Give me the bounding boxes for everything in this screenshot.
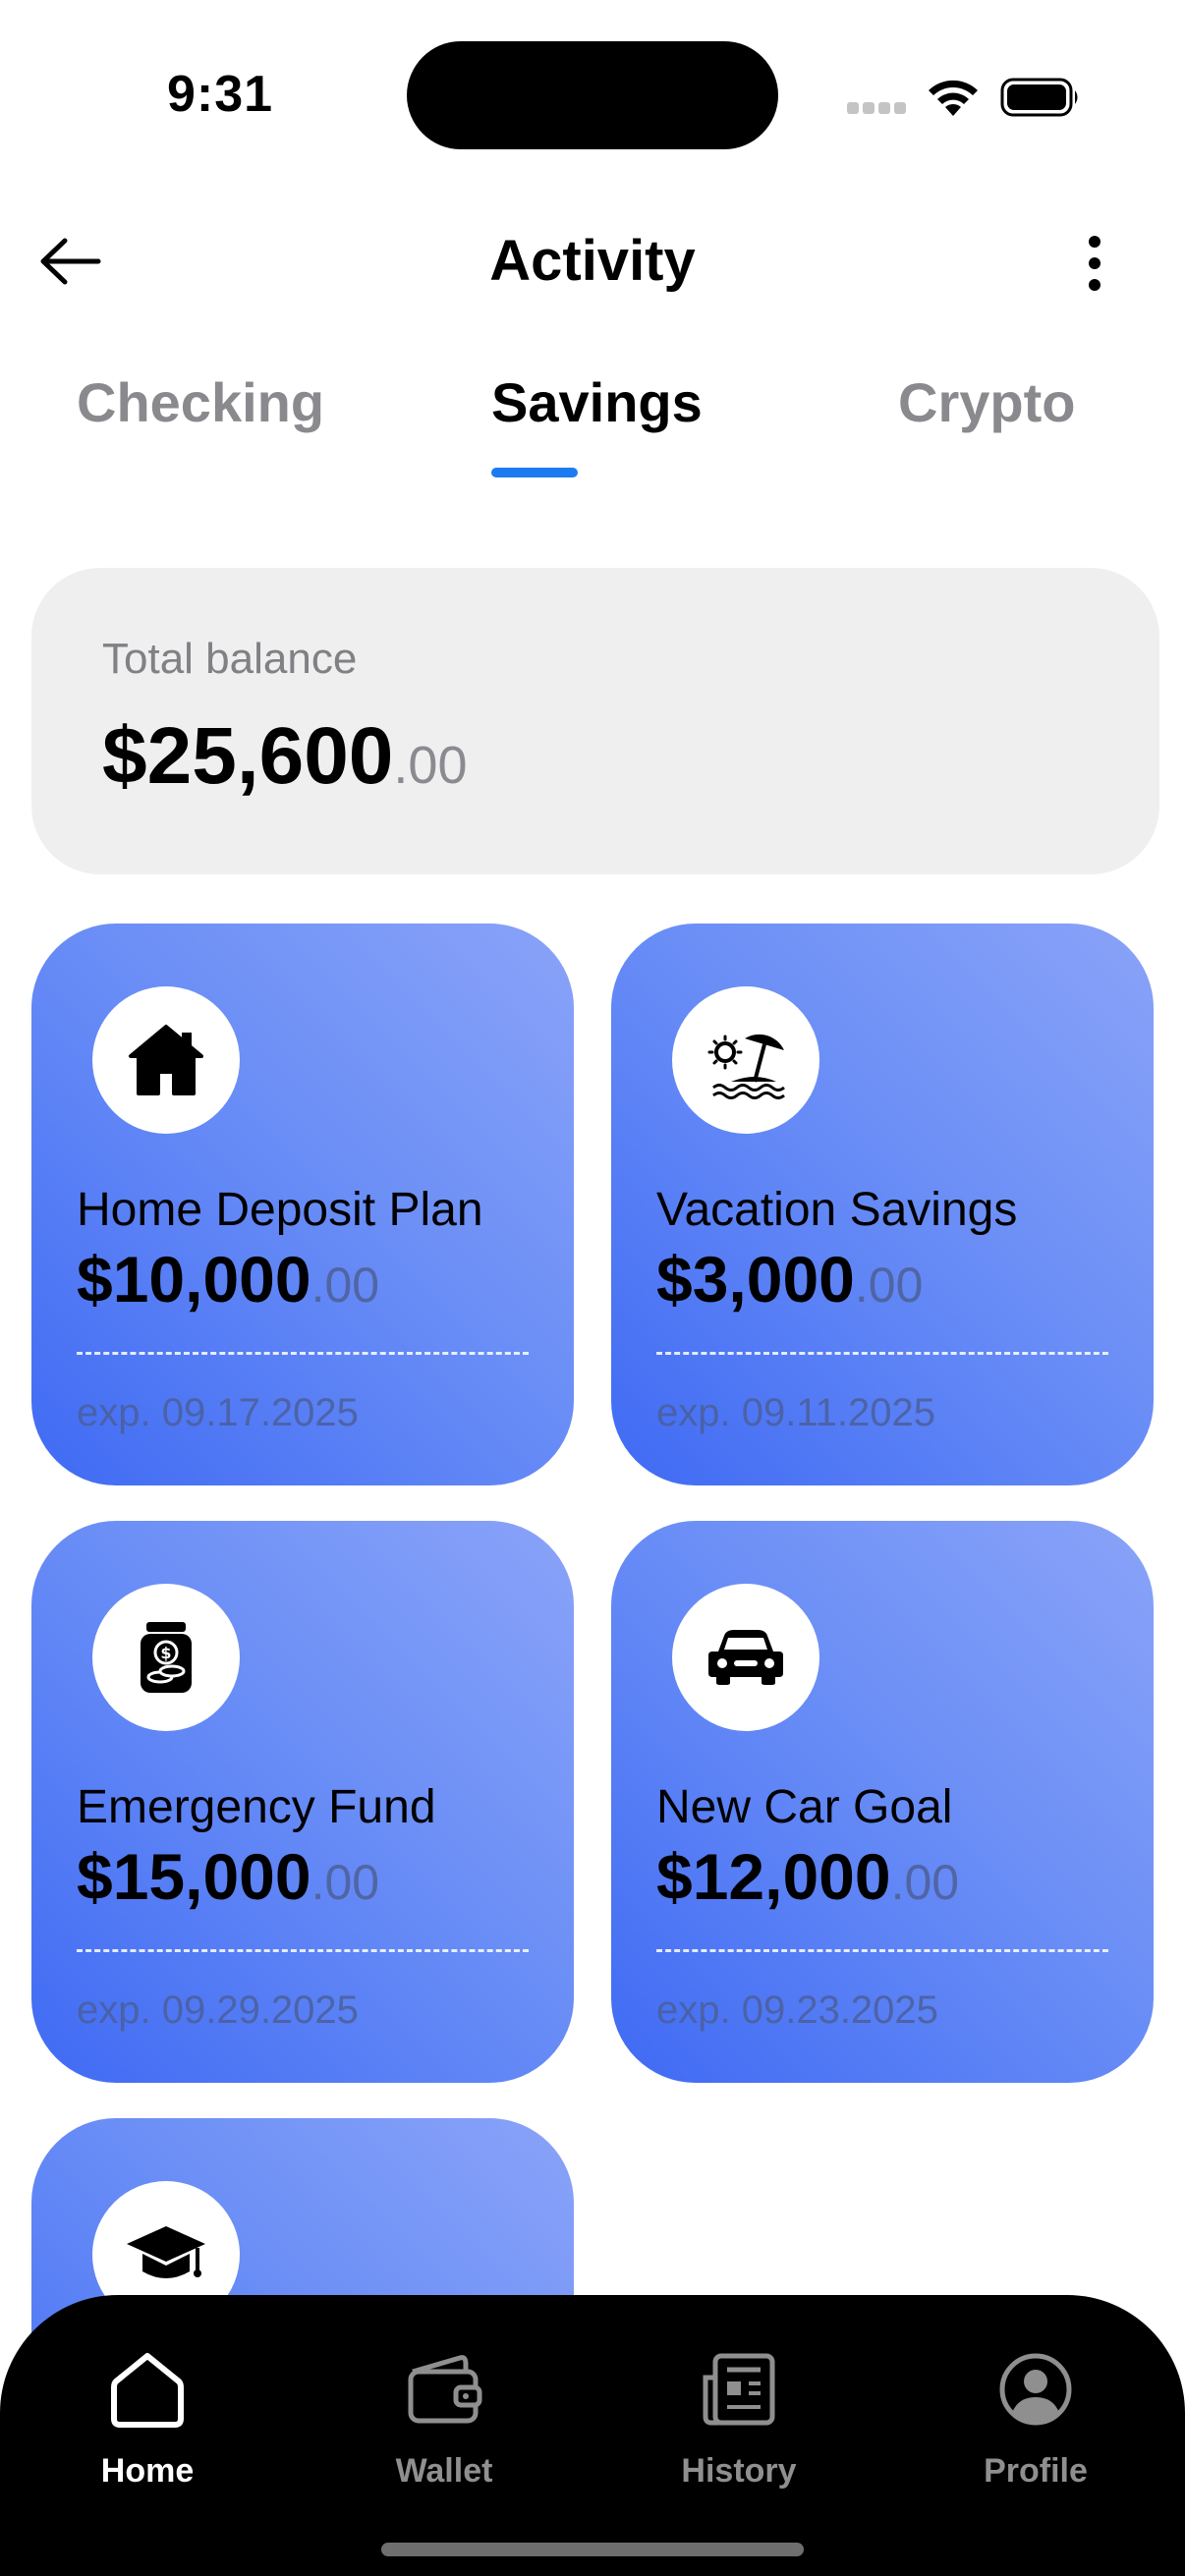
more-button[interactable] — [1059, 222, 1130, 305]
cellular-signal-icon — [847, 102, 908, 116]
card-divider — [656, 1352, 1108, 1355]
card-icon-badge: $ — [92, 1584, 240, 1731]
card-divider — [656, 1949, 1108, 1952]
wifi-icon — [929, 80, 978, 116]
dynamic-island — [407, 41, 778, 149]
card-expiry: exp. 09.29.2025 — [77, 1988, 359, 2032]
card-divider — [77, 1352, 529, 1355]
card-title: New Car Goal — [656, 1781, 953, 1833]
savings-card-new-car[interactable]: New Car Goal $12,000.00 exp. 09.23.2025 — [611, 1521, 1154, 2083]
nav-profile-label: Profile — [984, 2452, 1088, 2490]
car-icon — [708, 1630, 783, 1685]
card-expiry: exp. 09.17.2025 — [77, 1391, 359, 1434]
page-title: Activity — [489, 229, 696, 293]
nav-wallet-label: Wallet — [395, 2452, 493, 2490]
card-icon-badge — [672, 986, 819, 1134]
beach-umbrella-icon — [707, 1034, 785, 1099]
card-expiry: exp. 09.23.2025 — [656, 1988, 938, 2032]
house-icon — [129, 1025, 203, 1095]
battery-icon — [1000, 78, 1078, 117]
card-icon-badge — [92, 986, 240, 1134]
nav-home-label: Home — [100, 2452, 195, 2490]
nav-profile[interactable]: Profile — [937, 2348, 1134, 2505]
card-title: Home Deposit Plan — [77, 1184, 483, 1236]
profile-icon — [999, 2353, 1072, 2426]
card-amount: $3,000.00 — [656, 1240, 923, 1324]
header: Activity — [0, 206, 1185, 314]
card-icon-badge — [672, 1584, 819, 1731]
nav-home[interactable]: Home — [49, 2348, 246, 2505]
active-tab-indicator — [491, 468, 578, 477]
card-amount-dollars: $15,000 — [77, 1840, 311, 1913]
card-amount-cents: .00 — [854, 1258, 924, 1313]
tab-crypto[interactable]: Crypto — [898, 364, 1075, 442]
home-indicator — [381, 2543, 804, 2556]
card-divider — [77, 1949, 529, 1952]
card-amount-cents: .00 — [890, 1855, 960, 1910]
newspaper-icon — [703, 2353, 775, 2426]
savings-jar-icon: $ — [141, 1622, 192, 1693]
status-time: 9:31 — [167, 66, 274, 123]
balance-cents: .00 — [393, 736, 468, 795]
card-amount: $12,000.00 — [656, 1837, 959, 1922]
card-amount-dollars: $3,000 — [656, 1243, 855, 1316]
tab-checking[interactable]: Checking — [77, 364, 324, 442]
home-icon — [111, 2353, 184, 2428]
nav-history-label: History — [681, 2452, 797, 2490]
more-vertical-icon — [1089, 236, 1100, 291]
card-amount: $10,000.00 — [77, 1240, 379, 1324]
card-title: Vacation Savings — [656, 1184, 1018, 1236]
status-bar: 9:31 — [0, 0, 1185, 187]
graduation-cap-icon — [127, 2226, 205, 2278]
nav-history[interactable]: History — [641, 2348, 837, 2505]
wallet-icon — [408, 2355, 482, 2424]
card-amount: $15,000.00 — [77, 1837, 379, 1922]
nav-wallet[interactable]: Wallet — [346, 2348, 542, 2505]
total-balance-amount: $25,600.00 — [102, 709, 468, 812]
card-expiry: exp. 09.11.2025 — [656, 1391, 935, 1434]
total-balance-label: Total balance — [102, 635, 358, 683]
card-title: Emergency Fund — [77, 1781, 436, 1833]
tab-savings[interactable]: Savings — [491, 364, 703, 442]
savings-card-emergency-fund[interactable]: $ Emergency Fund $15,000.00 exp. 09.29.2… — [31, 1521, 574, 2083]
bottom-navigation: Home Wallet History Profile — [0, 2295, 1185, 2576]
card-amount-cents: .00 — [310, 1258, 380, 1313]
card-amount-dollars: $12,000 — [656, 1840, 891, 1913]
savings-card-home-deposit[interactable]: Home Deposit Plan $10,000.00 exp. 09.17.… — [31, 924, 574, 1485]
balance-dollars: $25,600 — [102, 711, 394, 801]
account-tabs: Checking Savings Crypto — [0, 364, 1185, 491]
svg-text:$: $ — [160, 1644, 171, 1662]
total-balance-card: Total balance $25,600.00 — [31, 568, 1159, 874]
card-amount-dollars: $10,000 — [77, 1243, 311, 1316]
card-amount-cents: .00 — [310, 1855, 380, 1910]
savings-card-vacation[interactable]: Vacation Savings $3,000.00 exp. 09.11.20… — [611, 924, 1154, 1485]
